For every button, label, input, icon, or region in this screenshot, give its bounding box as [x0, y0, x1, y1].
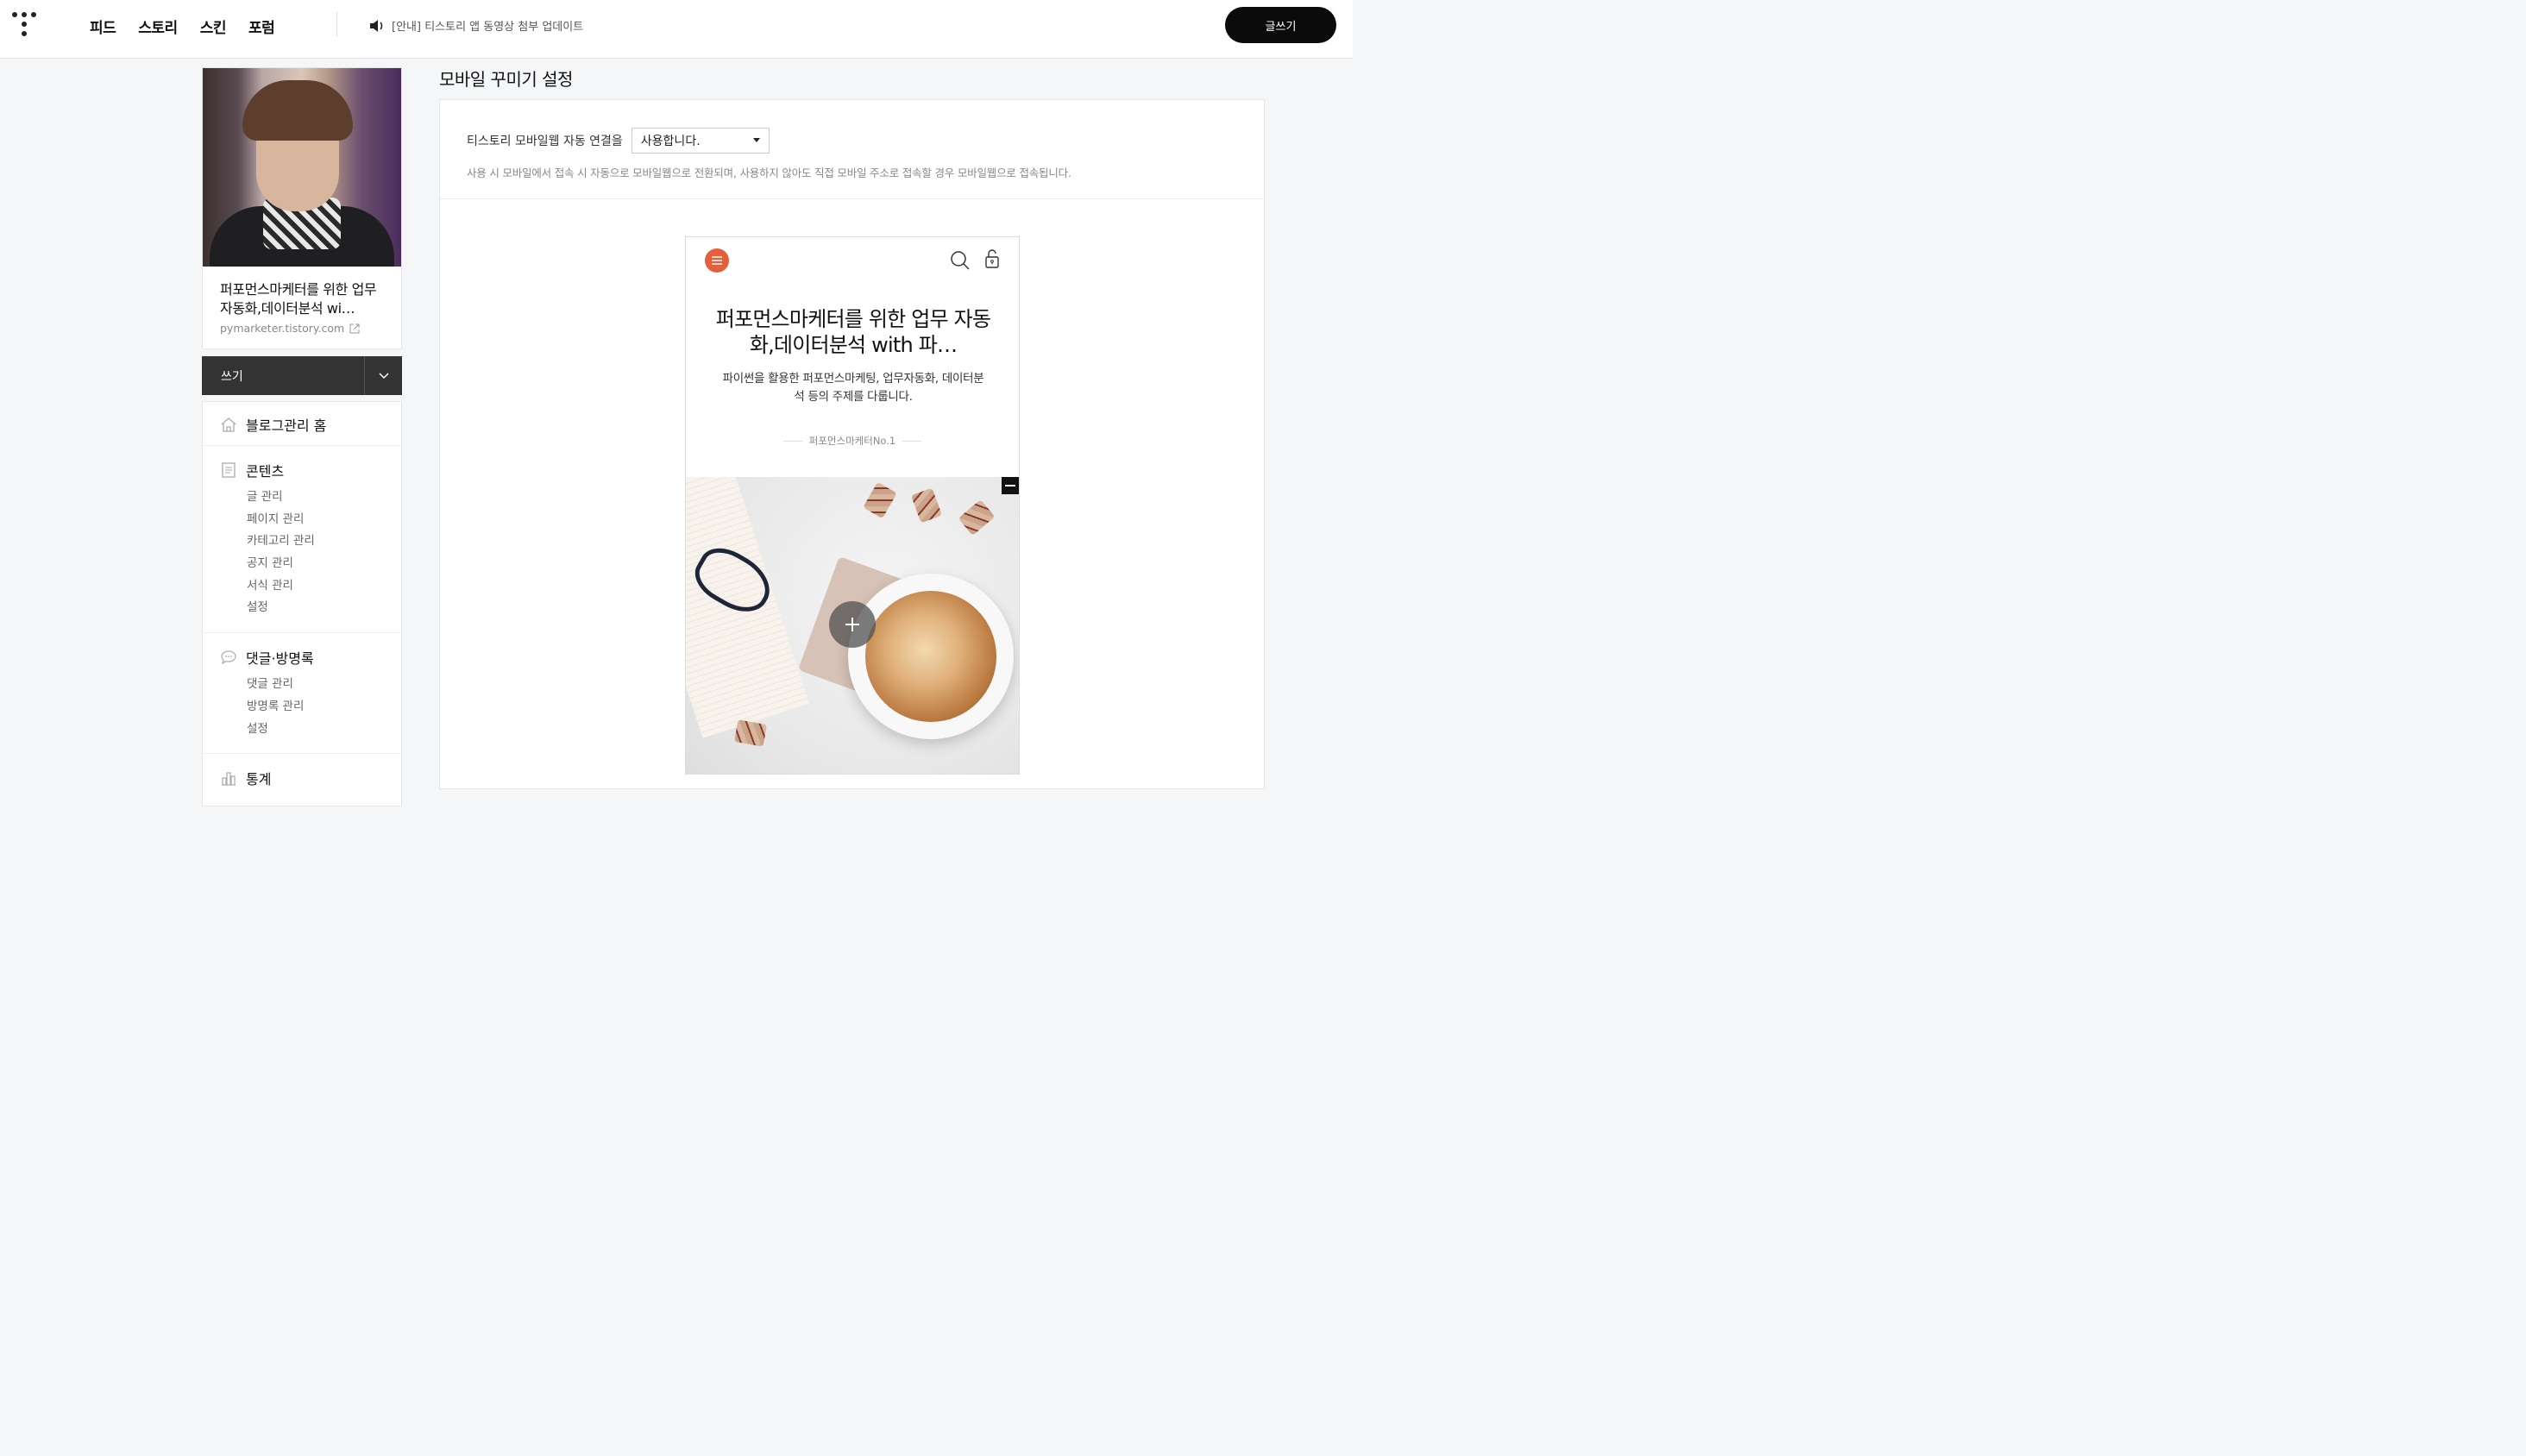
profile-photo[interactable]: [203, 68, 401, 267]
blog-url-link[interactable]: pymarketer.tistory.com: [220, 322, 384, 335]
contents-submenu: 글 관리 페이지 관리 카테고리 관리 공지 관리 서식 관리 설정: [220, 489, 384, 622]
admin-menu: 블로그관리 홈 콘텐츠 글 관리 페이지 관리 카테고리 관리 공지 관리 서식…: [202, 401, 402, 807]
minus-icon: [1005, 485, 1015, 486]
search-icon[interactable]: [950, 250, 971, 271]
preview-author-name: 퍼포먼스마케터No.1: [808, 435, 896, 447]
hamburger-icon: [712, 256, 722, 265]
write-post-button[interactable]: 글쓰기: [1225, 7, 1336, 43]
preview-author: 퍼포먼스마케터No.1: [686, 434, 1019, 448]
document-icon: [222, 462, 236, 478]
header-divider: [336, 12, 337, 36]
nav-feed[interactable]: 피드: [90, 16, 116, 37]
menu-contents-label: 콘텐츠: [246, 463, 285, 480]
menu-item-stats[interactable]: 통계: [220, 768, 384, 788]
main-nav: 피드 스토리 스킨 포럼: [90, 16, 275, 37]
submenu-notice-manage[interactable]: 공지 관리: [247, 555, 384, 578]
auto-connect-select-value: 사용합니다.: [640, 135, 701, 148]
write-button[interactable]: 쓰기: [202, 367, 243, 385]
comments-submenu: 댓글 관리 방명록 관리 설정: [220, 676, 384, 743]
caret-down-icon: [752, 138, 760, 142]
profile-info: 퍼포먼스마케터를 위한 업무자동화,데이터분석 wi… pymarketer.t…: [203, 267, 401, 348]
write-toggle[interactable]: [364, 356, 402, 395]
home-icon: [221, 417, 236, 432]
write-dropdown: 쓰기: [202, 356, 402, 395]
comment-icon: [221, 650, 236, 665]
external-link-icon: [349, 323, 360, 333]
menu-comments-label: 댓글·방명록: [246, 650, 314, 668]
preview-blog-description: 파이썬을 활용한 퍼포먼스마케팅, 업무자동화, 데이터분석 등의 주제를 다룹…: [722, 372, 984, 404]
panel-divider: [440, 198, 1264, 199]
submenu-comments-settings[interactable]: 설정: [247, 721, 384, 744]
submenu-comment-manage[interactable]: 댓글 관리: [247, 676, 384, 699]
plus-icon: [845, 618, 859, 631]
chevron-down-icon: [378, 372, 389, 379]
collapse-image-button[interactable]: [1002, 477, 1019, 494]
submenu-template-manage[interactable]: 서식 관리: [247, 578, 384, 600]
submenu-guestbook-manage[interactable]: 방명록 관리: [247, 699, 384, 721]
menu-section-stats: 통계: [203, 754, 401, 806]
preview-menu-button[interactable]: [705, 248, 729, 273]
menu-home-label: 블로그관리 홈: [246, 417, 327, 434]
tistory-logo-icon[interactable]: [12, 12, 36, 38]
submenu-contents-settings[interactable]: 설정: [247, 599, 384, 622]
menu-item-contents[interactable]: 콘텐츠: [220, 460, 384, 480]
mobile-settings-panel: 티스토리 모바일웹 자동 연결을 사용합니다. 사용 시 모바일에서 접속 시 …: [439, 99, 1265, 789]
nav-story[interactable]: 스토리: [138, 16, 178, 37]
profile-card: 퍼포먼스마케터를 위한 업무자동화,데이터분석 wi… pymarketer.t…: [202, 67, 402, 349]
nav-skin[interactable]: 스킨: [200, 16, 227, 37]
nav-forum[interactable]: 포럼: [248, 16, 275, 37]
menu-section-contents: 콘텐츠 글 관리 페이지 관리 카테고리 관리 공지 관리 서식 관리 설정: [203, 446, 401, 634]
submenu-category-manage[interactable]: 카테고리 관리: [247, 533, 384, 555]
menu-item-comments[interactable]: 댓글·방명록: [220, 647, 384, 668]
blog-name[interactable]: 퍼포먼스마케터를 위한 업무자동화,데이터분석 wi…: [220, 280, 384, 318]
speaker-icon: [370, 19, 383, 32]
menu-stats-label: 통계: [246, 771, 272, 788]
change-cover-image-button[interactable]: [829, 601, 876, 648]
mobile-preview: 퍼포먼스마케터를 위한 업무 자동화,데이터분석 with 파… 파이썬을 활용…: [685, 236, 1020, 775]
menu-item-home[interactable]: 블로그관리 홈: [220, 414, 384, 435]
submenu-page-manage[interactable]: 페이지 관리: [247, 511, 384, 534]
sidebar: 퍼포먼스마케터를 위한 업무자동화,데이터분석 wi… pymarketer.t…: [202, 67, 402, 807]
top-header: 피드 스토리 스킨 포럼 [안내] 티스토리 앱 동영상 첨부 업데이트 글쓰기: [0, 0, 1353, 59]
auto-connect-select[interactable]: 사용합니다.: [631, 128, 770, 154]
bar-chart-icon: [222, 772, 236, 786]
submenu-post-manage[interactable]: 글 관리: [247, 489, 384, 511]
unlock-icon[interactable]: [984, 249, 1000, 268]
menu-section-home: 블로그관리 홈: [203, 402, 401, 446]
page-title: 모바일 꾸미기 설정: [439, 69, 573, 90]
auto-connect-hint: 사용 시 모바일에서 접속 시 자동으로 모바일웹으로 전환되며, 사용하지 않…: [467, 166, 1071, 179]
blog-url-text: pymarketer.tistory.com: [220, 322, 345, 335]
menu-section-comments: 댓글·방명록 댓글 관리 방명록 관리 설정: [203, 633, 401, 755]
auto-connect-label: 티스토리 모바일웹 자동 연결을: [467, 135, 623, 148]
auto-connect-setting: 티스토리 모바일웹 자동 연결을 사용합니다.: [467, 128, 770, 154]
notice-text: [안내] 티스토리 앱 동영상 첨부 업데이트: [392, 21, 584, 34]
notice-link[interactable]: [안내] 티스토리 앱 동영상 첨부 업데이트: [369, 17, 583, 34]
preview-blog-title: 퍼포먼스마케터를 위한 업무 자동화,데이터분석 with 파…: [715, 307, 991, 357]
